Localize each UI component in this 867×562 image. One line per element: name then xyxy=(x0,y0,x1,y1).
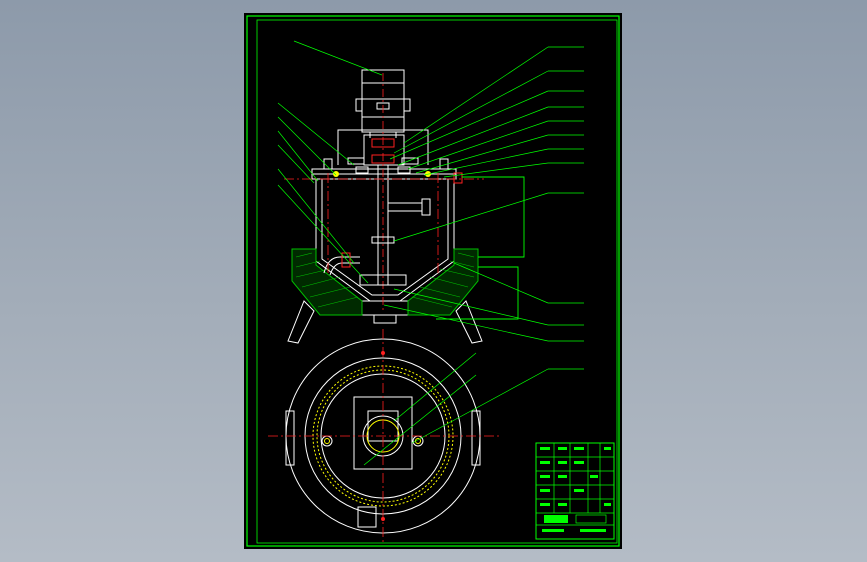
vessel-lid xyxy=(311,158,457,180)
top-view xyxy=(268,329,502,543)
leader-lines xyxy=(277,40,584,466)
cad-viewport[interactable] xyxy=(0,0,867,562)
drawing-sheet xyxy=(244,13,622,549)
mixer-assembly-drawing xyxy=(246,15,620,547)
title-block xyxy=(535,442,615,540)
